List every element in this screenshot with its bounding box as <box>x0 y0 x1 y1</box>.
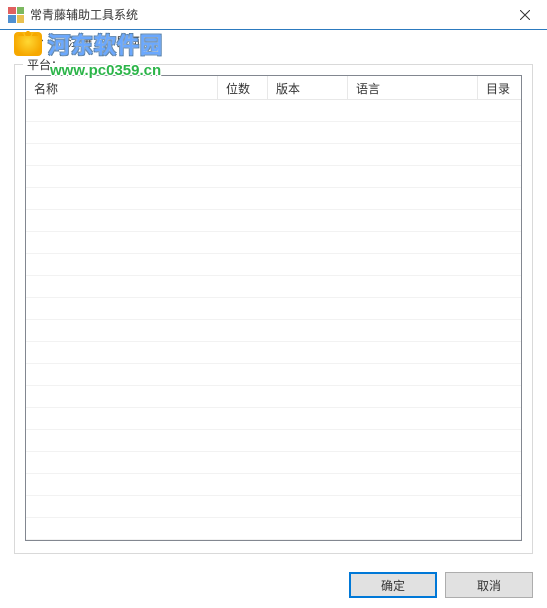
table-row[interactable] <box>26 430 521 452</box>
close-button[interactable] <box>502 0 547 29</box>
column-header-version[interactable]: 版本 <box>268 76 348 99</box>
table-header: 名称 位数 版本 语言 目录 <box>26 76 521 100</box>
table-row[interactable] <box>26 386 521 408</box>
table-row[interactable] <box>26 122 521 144</box>
table-row[interactable] <box>26 144 521 166</box>
menu-interface[interactable]: 界面 <box>106 31 150 52</box>
table-row[interactable] <box>26 452 521 474</box>
app-icon <box>8 7 24 23</box>
table-row[interactable] <box>26 188 521 210</box>
column-header-directory[interactable]: 目录 <box>478 76 521 99</box>
title-bar: 常青藤辅助工具系统 <box>0 0 547 30</box>
column-header-name[interactable]: 名称 <box>26 76 218 99</box>
column-header-language[interactable]: 语言 <box>348 76 478 99</box>
menu-platform[interactable]: 平台 <box>10 31 54 52</box>
table-body <box>26 100 521 540</box>
table-row[interactable] <box>26 496 521 518</box>
table-row[interactable] <box>26 342 521 364</box>
table-row[interactable] <box>26 474 521 496</box>
menu-register[interactable]: 注册 <box>58 31 102 52</box>
cancel-button[interactable]: 取消 <box>445 572 533 598</box>
platform-table[interactable]: 名称 位数 版本 语言 目录 <box>25 75 522 541</box>
window-title: 常青藤辅助工具系统 <box>30 6 138 23</box>
table-row[interactable] <box>26 276 521 298</box>
menu-bar: 平台 注册 界面 <box>0 30 547 52</box>
table-row[interactable] <box>26 518 521 540</box>
table-row[interactable] <box>26 232 521 254</box>
table-row[interactable] <box>26 408 521 430</box>
table-row[interactable] <box>26 254 521 276</box>
table-row[interactable] <box>26 298 521 320</box>
table-row[interactable] <box>26 364 521 386</box>
dialog-footer: 确定 取消 <box>349 572 533 598</box>
table-row[interactable] <box>26 166 521 188</box>
platform-groupbox: 平台： 名称 位数 版本 语言 目录 <box>14 64 533 554</box>
table-row[interactable] <box>26 100 521 122</box>
groupbox-label: 平台： <box>23 56 67 73</box>
content-area: 平台： 名称 位数 版本 语言 目录 <box>0 52 547 554</box>
ok-button[interactable]: 确定 <box>349 572 437 598</box>
close-icon <box>520 10 530 20</box>
column-header-bits[interactable]: 位数 <box>218 76 268 99</box>
table-row[interactable] <box>26 320 521 342</box>
table-row[interactable] <box>26 210 521 232</box>
